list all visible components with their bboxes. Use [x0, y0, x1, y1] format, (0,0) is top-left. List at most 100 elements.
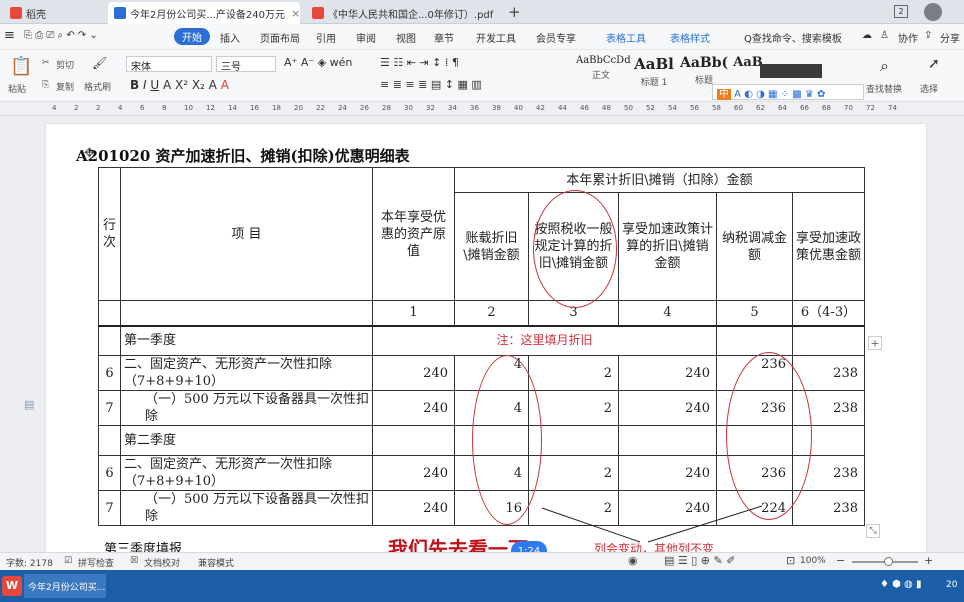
row-no: 7: [98, 490, 121, 526]
style-normal[interactable]: AaBbCcDd 正文: [576, 55, 631, 95]
menu-reference[interactable]: 引用: [316, 30, 336, 45]
style-preview: AaBbCcDd: [576, 55, 631, 66]
ruler-number: 18: [272, 104, 281, 112]
page-nav-icon[interactable]: ▤: [24, 398, 34, 411]
collab-button[interactable]: 协作: [898, 30, 918, 45]
menu-page-layout[interactable]: 页面布局: [260, 30, 300, 45]
align-icons[interactable]: ≡ ≣ ≡ ≣ ▤ ↕ ▦ ▥: [380, 78, 482, 91]
ruler-number: 70: [844, 104, 853, 112]
ruler-number: 50: [624, 104, 633, 112]
cell-value: 240: [372, 390, 455, 426]
menu-view[interactable]: 视图: [396, 30, 416, 45]
ruler-number: 4: [52, 104, 57, 112]
cell-value: 240: [618, 390, 717, 426]
ruler-number: 28: [382, 104, 391, 112]
cell-value: 2: [528, 455, 619, 491]
header-col-5: 纳税调减金额: [716, 192, 793, 301]
menu-table-tools[interactable]: 表格工具: [606, 30, 646, 45]
ime-toolbar[interactable]: [760, 64, 822, 78]
paste-icon[interactable]: 📋: [10, 56, 32, 77]
ruler-number: 30: [404, 104, 413, 112]
header-original-value: 本年享受优惠的资产原值: [372, 167, 455, 301]
floating-tool-strip[interactable]: 中 A ◐ ◑ ▦ ⁘ ▩ ♛ ✿: [712, 84, 864, 100]
spell-check-button[interactable]: 拼写检查: [78, 556, 114, 569]
format-painter-button[interactable]: 格式刷: [84, 80, 111, 93]
horizontal-ruler[interactable]: 4 2 2 4 6 8 10 12 14 16 18 20 22 24 26 28 30 32 34 36 38 40 42…: [0, 102, 964, 116]
section-label[interactable]: 第一季度: [120, 325, 373, 356]
close-icon[interactable]: ×: [291, 7, 300, 20]
taskbar-doc-item[interactable]: 今年2月份公司买...: [24, 574, 106, 598]
annotation-circle-col3-header: [533, 190, 617, 308]
tray-icons[interactable]: ♦ ⬢ ◍ ▮: [880, 579, 921, 590]
cell-value: 240: [372, 490, 455, 526]
eye-icon[interactable]: ◉: [628, 554, 638, 567]
tab-pdf[interactable]: 《中华人民共和国企...0年修订）.pdf ×: [306, 2, 496, 24]
ruler-number: 66: [800, 104, 809, 112]
title-tab-bar: 稻壳 今年2月份公司买...产设备240万元 × 《中华人民共和国企...0年修…: [0, 0, 964, 24]
find-replace-button[interactable]: 查找替换: [866, 82, 902, 95]
wps-writer-icon: [114, 7, 126, 19]
avatar[interactable]: [924, 3, 942, 21]
menu-insert[interactable]: 插入: [220, 30, 240, 45]
format-painter-icon[interactable]: 🖌: [92, 56, 107, 70]
annotation-circle-col2: [472, 355, 542, 525]
doc-proof-button[interactable]: 文档校对: [144, 556, 180, 569]
zoom-level[interactable]: 100%: [800, 556, 826, 566]
hamburger-menu-icon[interactable]: ≡: [4, 28, 15, 43]
ribbon: 📋 粘贴 ✂ 剪切 ⎘ 复制 🖌 格式刷 宋体 三号 A⁺ A⁻ ◈ wén B…: [0, 50, 964, 102]
paragraph-icons[interactable]: ☰ ☷ ⇤ ⇥ ↕ ⁞ ¶: [380, 56, 459, 69]
word-count[interactable]: 字数: 2178: [6, 556, 53, 569]
menu-review[interactable]: 审阅: [356, 30, 376, 45]
tab-label: 《中华人民共和国企...0年修订）.pdf: [328, 9, 494, 21]
style-heading-1[interactable]: AaBl 标题 1: [630, 55, 678, 95]
font-grow-shrink-icons[interactable]: A⁺ A⁻ ◈ wén: [284, 56, 352, 69]
menu-dev-tools[interactable]: 开发工具: [476, 30, 516, 45]
cell-value: 240: [372, 355, 455, 391]
tab-label: 稻壳: [26, 9, 46, 21]
copy-button[interactable]: 复制: [56, 80, 74, 93]
font-name-select[interactable]: 宋体: [126, 56, 212, 73]
share-button[interactable]: 分享: [940, 30, 960, 45]
zoom-out-icon[interactable]: −: [836, 554, 845, 567]
zoom-fit-icon[interactable]: ⊡: [786, 554, 795, 567]
ruler-number: 4: [118, 104, 123, 112]
wps-logo-icon[interactable]: W: [2, 576, 22, 596]
cursor-icon[interactable]: ➚: [928, 56, 940, 72]
zoom-in-icon[interactable]: +: [924, 554, 933, 567]
add-tab-button[interactable]: +: [508, 3, 521, 21]
tab-daoke[interactable]: 稻壳: [4, 2, 98, 24]
quick-access-icons[interactable]: ⎘ ⎙ ⎚ ⌕ ↶ ↷ ⌄: [24, 30, 98, 41]
zoom-slider-handle[interactable]: [884, 557, 893, 566]
menu-chapter[interactable]: 章节: [434, 30, 454, 45]
cell-value: 240: [618, 455, 717, 491]
add-column-button[interactable]: +: [868, 336, 882, 350]
row-no: 6: [98, 455, 121, 491]
row-item: （一）500 万元以下设备器具一次性扣除: [120, 390, 373, 426]
cell-value: 238: [792, 490, 865, 526]
tab-doc-active[interactable]: 今年2月份公司买...产设备240万元 ×: [108, 2, 300, 24]
search-commands[interactable]: Q查找命令、搜索模板: [744, 30, 842, 45]
ruler-number: 32: [426, 104, 435, 112]
window-badge[interactable]: 2: [894, 5, 908, 18]
tab-label: 今年2月份公司买...产设备240万元: [130, 9, 285, 21]
ruler-number: 46: [580, 104, 589, 112]
ruler-number: 48: [602, 104, 611, 112]
ruler-number: 12: [206, 104, 215, 112]
find-replace-icon[interactable]: ⌕: [880, 56, 889, 76]
cloud-icon[interactable]: ☁: [862, 30, 872, 41]
cut-button[interactable]: 剪切: [56, 58, 74, 71]
tab-start[interactable]: 开始: [174, 28, 210, 45]
view-mode-icons[interactable]: ▤ ☰ ▯ ⊕ ✎ ✐: [664, 554, 735, 567]
select-button[interactable]: 选择: [920, 82, 938, 95]
menu-member[interactable]: 会员专享: [536, 30, 576, 45]
ruler-number: 14: [228, 104, 237, 112]
menu-table-style[interactable]: 表格样式: [670, 30, 710, 45]
text-format-icons[interactable]: B I U A X² X₂ A A: [130, 78, 229, 92]
ruler-number: 10: [184, 104, 193, 112]
section-label[interactable]: 第二季度: [120, 425, 373, 456]
ruler-number: 64: [778, 104, 787, 112]
paste-label[interactable]: 粘贴: [8, 82, 26, 95]
font-size-select[interactable]: 三号: [216, 56, 276, 73]
table-resize-icon[interactable]: ⤡: [866, 524, 880, 538]
cell-value[interactable]: 2: [528, 390, 619, 426]
